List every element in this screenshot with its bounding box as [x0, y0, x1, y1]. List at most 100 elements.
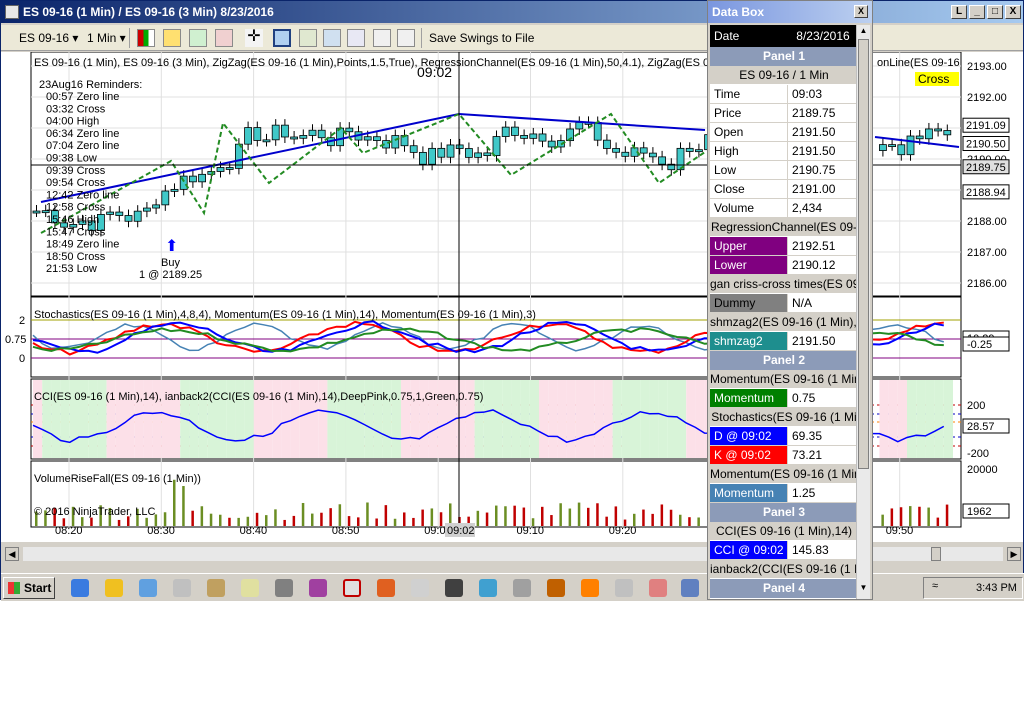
- minimize-button[interactable]: _: [969, 5, 985, 19]
- candle-body: [943, 130, 952, 136]
- volume-bar: [899, 507, 903, 526]
- strategies-icon[interactable]: [347, 29, 365, 47]
- app-icon-8[interactable]: [309, 579, 327, 597]
- data-row: Upper 2192.51: [710, 237, 858, 256]
- app-icon-13[interactable]: [479, 579, 497, 597]
- candle-body: [501, 126, 510, 137]
- copyright: © 2016 NinjaTrader, LLC: [34, 506, 155, 518]
- app-icon-7[interactable]: [275, 579, 293, 597]
- data-box-scroll-thumb[interactable]: [858, 39, 869, 469]
- data-box-title-bar[interactable]: Data Box X: [708, 1, 872, 23]
- crosshair-icon[interactable]: ✛: [245, 29, 263, 47]
- ninjatrader-icon[interactable]: [343, 579, 361, 597]
- app-icon-2[interactable]: [105, 579, 123, 597]
- app-icon-4[interactable]: [173, 579, 191, 597]
- candle-body: [446, 144, 455, 158]
- cci-band: [658, 380, 668, 458]
- candle-body: [934, 128, 942, 132]
- candle-body: [464, 148, 473, 158]
- volume-bar: [320, 512, 323, 526]
- volume-bar: [918, 506, 921, 526]
- system-tray: ≈ 3:43 PM: [923, 577, 1023, 599]
- cci-band: [511, 380, 521, 458]
- candle-body: [345, 127, 354, 133]
- candle-body: [510, 126, 519, 136]
- snapshot-icon[interactable]: [397, 29, 415, 47]
- price-tag-label: 2188.94: [966, 187, 1006, 199]
- time-axis-label: 08:30: [147, 525, 175, 537]
- row-value: 2191.50: [788, 123, 858, 141]
- volume-bar: [191, 510, 194, 526]
- row-value: 2192.51: [788, 237, 858, 255]
- data-row: Lower 2190.12: [710, 256, 858, 275]
- volume-bar: [642, 509, 645, 526]
- internet-explorer-icon[interactable]: [71, 579, 89, 597]
- app-icon-15[interactable]: [547, 579, 565, 597]
- magnifier-icon[interactable]: [273, 29, 291, 47]
- app-icon-3[interactable]: [139, 579, 157, 597]
- lock-button[interactable]: L: [951, 5, 967, 19]
- scroll-left-arrow[interactable]: ◀: [5, 547, 19, 561]
- pencil-draw-icon[interactable]: [163, 29, 181, 47]
- notebook-icon[interactable]: [241, 579, 259, 597]
- reminder-item: 18:49 Zero line: [46, 239, 119, 251]
- candle-body: [437, 147, 446, 158]
- maximize-button[interactable]: □: [987, 5, 1003, 19]
- app-icon-14[interactable]: [513, 579, 531, 597]
- data-box-scrollbar[interactable]: ▲ ▼: [856, 25, 870, 599]
- volume-bar: [559, 503, 562, 526]
- candle-body: [483, 152, 492, 157]
- scroll-right-arrow[interactable]: ▶: [1007, 547, 1021, 561]
- reminder-item: 09:39 Cross: [46, 165, 106, 177]
- candle-body: [897, 144, 906, 156]
- scroll-down-arrow[interactable]: ▼: [858, 583, 869, 594]
- app-icon-5[interactable]: [207, 579, 225, 597]
- start-button[interactable]: Start: [3, 577, 55, 599]
- bar-type-icon[interactable]: [137, 29, 155, 47]
- interval-selector[interactable]: 1 Min ▾: [87, 28, 126, 48]
- candle-body: [621, 151, 630, 157]
- volume-bar: [292, 515, 296, 526]
- cci-band: [529, 380, 539, 458]
- tray-expand-icon[interactable]: ≈: [932, 580, 938, 592]
- data-box-body: Date 8/23/2016 Panel 1 ES 09-16 / 1 Min Ti…: [710, 25, 858, 599]
- data-row: High 2191.50: [710, 142, 858, 161]
- volume-bar: [568, 508, 572, 526]
- series-header: ianback2(CCI(ES 09-16 (1 M: [710, 560, 858, 579]
- row-value: 2191.00: [788, 180, 858, 198]
- volume-bar: [366, 502, 369, 526]
- row-key: High: [710, 142, 788, 160]
- candle-body: [308, 129, 317, 136]
- zoom-in-icon[interactable]: [189, 29, 207, 47]
- cci-band: [631, 380, 641, 458]
- volume-bar: [945, 504, 949, 526]
- price-axis-label: 2192.00: [967, 92, 1007, 104]
- row-key: K @ 09:02: [710, 446, 788, 464]
- data-box-close-button[interactable]: X: [854, 5, 868, 18]
- candle-body: [290, 136, 299, 140]
- candle-body: [492, 136, 501, 157]
- headphones-icon[interactable]: [445, 579, 463, 597]
- app-icon-11[interactable]: [411, 579, 429, 597]
- data-row: Open 2191.50: [710, 123, 858, 142]
- app-icon-17[interactable]: [615, 579, 633, 597]
- volume-bar: [688, 517, 691, 526]
- row-key: Dummy: [710, 294, 788, 312]
- properties-icon[interactable]: [373, 29, 391, 47]
- firefox-icon[interactable]: [581, 579, 599, 597]
- app-icon-18[interactable]: [649, 579, 667, 597]
- scroll-up-arrow[interactable]: ▲: [858, 26, 869, 37]
- data-row: Low 2190.75: [710, 161, 858, 180]
- candle-body: [888, 144, 896, 148]
- data-series-icon[interactable]: [299, 29, 317, 47]
- row-value: 2189.75: [788, 104, 858, 122]
- app-icon-10[interactable]: [377, 579, 395, 597]
- scroll-thumb[interactable]: [931, 547, 941, 561]
- indicators-icon[interactable]: [323, 29, 341, 47]
- save-swings-button[interactable]: Save Swings to File: [429, 28, 534, 48]
- instrument-selector[interactable]: ES 09-16 ▾: [19, 28, 78, 48]
- app-icon-19[interactable]: [681, 579, 699, 597]
- volume-bar: [605, 516, 608, 526]
- zoom-out-icon[interactable]: [215, 29, 233, 47]
- close-button[interactable]: X: [1005, 5, 1021, 19]
